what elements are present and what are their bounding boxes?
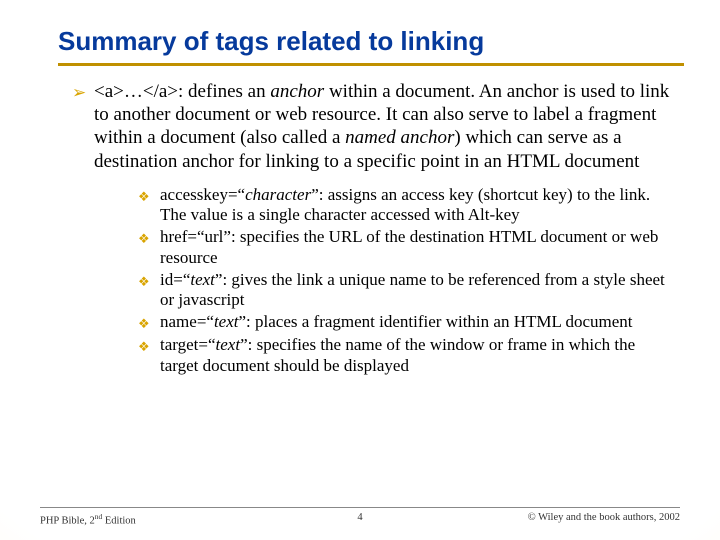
attr-name: name=: [160, 312, 206, 331]
slide-title: Summary of tags related to linking: [58, 26, 684, 57]
sub-bullets: ❖ accesskey=“character”: assigns an acce…: [138, 185, 670, 377]
footer: PHP Bible, 2nd Edition 4 © Wiley and the…: [40, 507, 680, 527]
triangle-bullet-icon: ➢: [72, 80, 94, 105]
attr-desc: : gives the link a unique name to be ref…: [160, 270, 665, 310]
sub-text: href=“url”: specifies the URL of the des…: [160, 227, 670, 268]
quote-open: “: [206, 312, 214, 331]
title-underline: [58, 63, 684, 66]
sub-text: accesskey=“character”: assigns an access…: [160, 185, 670, 226]
sub-item-target: ❖ target=“text”: specifies the name of t…: [138, 335, 670, 376]
italic-named-anchor: named anchor: [345, 127, 454, 148]
sub-item-id: ❖ id=“text”: gives the link a unique nam…: [138, 270, 670, 311]
ellipsis: …: [124, 81, 143, 102]
quote-close: ”: [240, 335, 248, 354]
attr-name: href=: [160, 227, 197, 246]
attr-value-italic: text: [190, 270, 215, 289]
attr-desc: : specifies the URL of the destination H…: [160, 227, 658, 267]
footer-page-number: 4: [330, 512, 390, 527]
sub-text: name=“text”: places a fragment identifie…: [160, 312, 670, 333]
quote-open: “: [238, 185, 246, 204]
attr-name: id=: [160, 270, 183, 289]
footer-edition: Edition: [102, 515, 136, 526]
diamond-bullet-icon: ❖: [138, 185, 160, 207]
diamond-bullet-icon: ❖: [138, 227, 160, 249]
sub-text: target=“text”: specifies the name of the…: [160, 335, 670, 376]
diamond-bullet-icon: ❖: [138, 335, 160, 357]
main-bullet-item: ➢ <a>…</a>: defines an anchor within a d…: [72, 80, 674, 173]
attr-name: target=: [160, 335, 208, 354]
sub-item-name: ❖ name=“text”: places a fragment identif…: [138, 312, 670, 334]
quote-close: ”: [223, 227, 231, 246]
sub-item-href: ❖ href=“url”: specifies the URL of the d…: [138, 227, 670, 268]
attr-name: accesskey=: [160, 185, 238, 204]
slide: Summary of tags related to linking ➢ <a>…: [0, 0, 720, 540]
tag-open: <a>: [94, 81, 124, 102]
attr-value-italic: text: [214, 312, 239, 331]
attr-value-italic: text: [216, 335, 241, 354]
main-bullet-text: <a>…</a>: defines an anchor within a doc…: [94, 80, 674, 173]
sub-text: id=“text”: gives the link a unique name …: [160, 270, 670, 311]
diamond-bullet-icon: ❖: [138, 312, 160, 334]
footer-left: PHP Bible, 2nd Edition: [40, 512, 330, 527]
quote-open: “: [208, 335, 216, 354]
quote-open: “: [197, 227, 205, 246]
quote-close: ”: [311, 185, 319, 204]
attr-desc: : places a fragment identifier within an…: [246, 312, 632, 331]
footer-copyright: © Wiley and the book authors, 2002: [390, 512, 680, 527]
tag-close: </a>: [143, 81, 178, 102]
attr-value: url: [205, 227, 224, 246]
footer-book-title: PHP Bible, 2: [40, 515, 95, 526]
t1: : defines an: [178, 81, 270, 102]
attr-value-italic: character: [245, 185, 311, 204]
quote-close: ”: [239, 312, 247, 331]
sub-item-accesskey: ❖ accesskey=“character”: assigns an acce…: [138, 185, 670, 226]
diamond-bullet-icon: ❖: [138, 270, 160, 292]
italic-anchor: anchor: [270, 81, 324, 102]
